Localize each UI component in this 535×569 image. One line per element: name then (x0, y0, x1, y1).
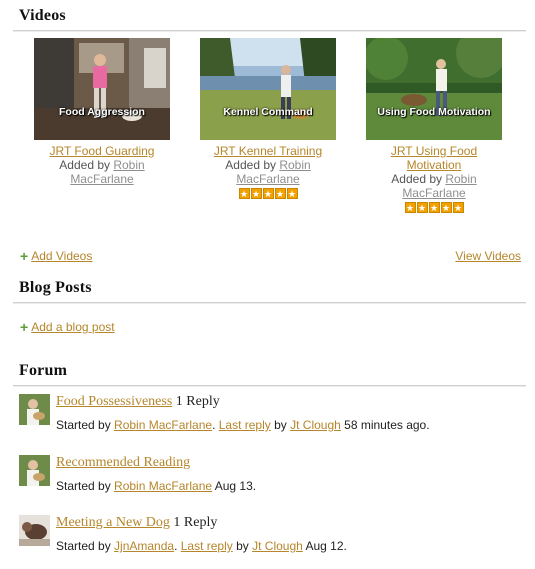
star-icon: ★ (262, 188, 274, 199)
added-by-label: Added by (225, 158, 280, 172)
plus-icon: + (20, 319, 29, 335)
last-reply-link[interactable]: Last reply (181, 539, 233, 553)
avatar[interactable] (19, 515, 50, 546)
by-label: by (232, 539, 253, 553)
add-videos-action: + Add Videos (20, 249, 92, 263)
video-thumbnail[interactable]: Using Food Motivation (366, 38, 502, 140)
video-rating: ★ ★ ★ ★ ★ (193, 188, 343, 200)
video-rating: ★ ★ ★ ★ ★ (359, 202, 509, 214)
reply-count: 1 Reply (175, 394, 220, 409)
view-videos-link[interactable]: View Videos (455, 249, 521, 263)
forum-topic-meta: Started by JjnAmanda. Last reply by Jt C… (56, 539, 347, 553)
meta-separator: . (212, 418, 219, 432)
star-icon: ★ (286, 188, 298, 199)
forum-heading: Forum (19, 362, 68, 379)
star-icon: ★ (274, 188, 286, 199)
forum-topic-meta: Started by Robin MacFarlane. Last reply … (56, 418, 430, 432)
added-by-label: Added by (59, 158, 114, 172)
star-icon: ★ (440, 202, 452, 213)
star-icon: ★ (404, 202, 416, 213)
video-title-link[interactable]: JRT Food Guarding (27, 144, 177, 158)
video-item: Using Food Motivation JRT Using Food Mot… (359, 38, 509, 214)
started-by-label: Started by (56, 539, 115, 553)
add-videos-link[interactable]: Add Videos (31, 249, 92, 263)
topic-timestamp: Aug 13. (212, 479, 257, 493)
reply-count: 1 Reply (173, 515, 218, 530)
blog-divider (13, 302, 526, 304)
videos-heading: Videos (19, 7, 66, 24)
video-thumbnail-caption: Kennel Command (223, 106, 313, 118)
forum-topic-meta: Started by Robin MacFarlane Aug 13. (56, 479, 256, 493)
by-label: by (270, 418, 291, 432)
view-videos-action: View Videos (455, 249, 521, 263)
videos-divider (13, 30, 526, 32)
star-icon: ★ (238, 188, 250, 199)
add-blog-post-action: + Add a blog post (20, 320, 115, 334)
star-icon: ★ (428, 202, 440, 213)
last-reply-author-link[interactable]: Jt Clough (290, 418, 341, 432)
video-added-by: Added by Robin MacFarlane (359, 172, 509, 200)
forum-topic-title-row: Recommended Reading (56, 455, 190, 471)
forum-topic-title-row: Food Possessiveness 1 Reply (56, 394, 220, 410)
started-by-label: Started by (56, 479, 115, 493)
video-thumbnail-caption: Food Aggression (59, 106, 145, 118)
video-thumbnail[interactable]: Kennel Command (200, 38, 336, 140)
video-title-link[interactable]: JRT Using Food Motivation (359, 144, 509, 172)
star-icon: ★ (416, 202, 428, 213)
blog-posts-heading: Blog Posts (19, 279, 92, 296)
star-icon: ★ (250, 188, 262, 199)
last-reply-link[interactable]: Last reply (219, 418, 271, 432)
topic-author-link[interactable]: Robin MacFarlane (114, 418, 212, 432)
topic-timestamp: 58 minutes ago. (340, 418, 430, 432)
video-added-by: Added by Robin MacFarlane (193, 158, 343, 186)
added-by-label: Added by (391, 172, 446, 186)
topic-author-link[interactable]: Robin MacFarlane (114, 479, 212, 493)
video-title-link[interactable]: JRT Kennel Training (193, 144, 343, 158)
video-thumbnail[interactable]: Food Aggression (34, 38, 170, 140)
forum-topic-link[interactable]: Recommended Reading (56, 455, 190, 470)
forum-topic-link[interactable]: Food Possessiveness (56, 394, 172, 409)
video-item: Food Aggression JRT Food Guarding Added … (27, 38, 177, 186)
forum-divider (13, 385, 526, 387)
add-blog-post-link[interactable]: Add a blog post (31, 320, 114, 334)
started-by-label: Started by (56, 418, 115, 432)
topic-author-link[interactable]: JjnAmanda (114, 539, 174, 553)
forum-topic-title-row: Meeting a New Dog 1 Reply (56, 515, 217, 531)
meta-separator: . (174, 539, 181, 553)
video-item: Kennel Command JRT Kennel Training Added… (193, 38, 343, 200)
avatar[interactable] (19, 394, 50, 425)
video-thumbnail-caption: Using Food Motivation (377, 106, 491, 118)
forum-topic-link[interactable]: Meeting a New Dog (56, 515, 170, 530)
star-icon: ★ (452, 202, 464, 213)
video-added-by: Added by Robin MacFarlane (27, 158, 177, 186)
last-reply-author-link[interactable]: Jt Clough (252, 539, 303, 553)
plus-icon: + (20, 248, 29, 264)
avatar[interactable] (19, 455, 50, 486)
topic-timestamp: Aug 12. (302, 539, 347, 553)
